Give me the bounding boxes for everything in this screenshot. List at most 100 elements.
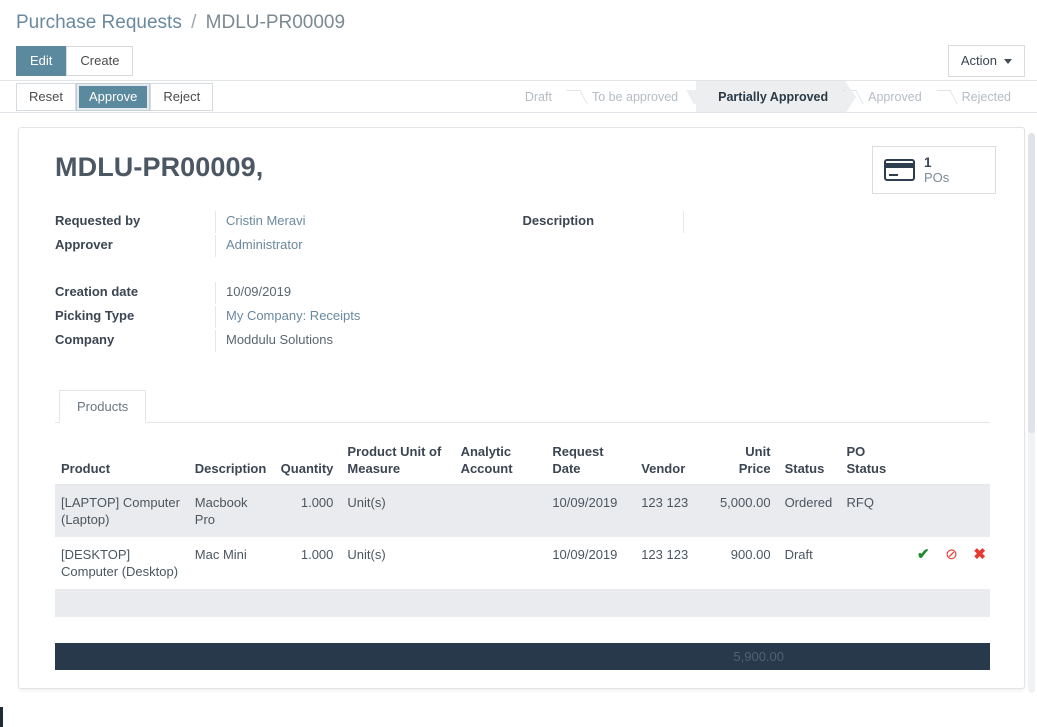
header-actions [898,439,990,485]
field-label: Requested by [55,213,141,228]
header-product: Product [55,439,189,485]
table-spacer-row [55,617,990,643]
cell-unit-price: 900.00 [730,547,771,562]
cell-actions: ✔ ⊘ ✖ [899,537,990,589]
tab-products[interactable]: Products [59,390,147,423]
tab-label: Products [77,399,129,414]
control-panel-buttons: Edit Create Action [0,42,1037,80]
totals-bar: 5,900.00 [55,643,990,670]
cell-request-date: 10/09/2019 [546,484,636,537]
cell-unit-price: 5,000.00 [708,484,779,537]
cell-uom: Unit(s) [347,547,386,562]
page-title: MDLU-PR00009, [55,152,264,182]
approve-line-icon[interactable]: ✔ [917,547,930,562]
status-step-label: Approved [868,89,922,104]
pos-count: 1 [924,155,932,170]
form-fields: Requested by Cristin Meravi Approver Adm… [55,211,990,354]
status-step-rejected[interactable]: Rejected [940,81,1029,112]
field-creation-date: Creation date 10/09/2019 [55,282,523,306]
record-sheet: 1 POs MDLU-PR00009, Requested by Cristin… [18,127,1025,689]
status-step-partially-approved[interactable]: Partially Approved [696,81,857,114]
field-approver: Approver Administrator [55,235,523,259]
status-step-label: Rejected [961,89,1011,104]
add-line-cell [55,589,990,617]
record-buttons-group: Edit Create [16,46,134,76]
cell-vendor: 123 123 [635,484,709,537]
add-line-row[interactable] [55,589,990,617]
field-value-requested-by[interactable]: Cristin Meravi [215,211,523,233]
reject-button[interactable]: Reject [150,82,214,111]
vertical-scrollbar[interactable] [1028,133,1035,693]
field-label: Picking Type [55,308,135,323]
status-step-draft[interactable]: Draft [503,81,570,112]
stat-button-box: 1 POs [872,146,996,195]
scrollbar-thumb[interactable] [1028,133,1035,433]
cell-vendor: 123 123 [641,547,689,562]
cell-status: Draft [784,547,813,562]
cell-po-status: RFQ [840,484,899,537]
table-body: [LAPTOP] Computer (Laptop) Macbook Pro 1… [55,484,990,643]
table-row[interactable]: [DESKTOP] Computer (Desktop) Mac Mini 1.… [55,537,990,589]
approve-button[interactable]: Approve [75,82,151,111]
total-amount: 5,900.00 [733,649,784,664]
field-label: Creation date [55,284,139,299]
cell-analytic-account [455,537,547,589]
field-description: Description [523,211,991,235]
edit-button[interactable]: Edit [16,46,67,76]
header-product-uom: Product Unit of Measure [341,439,455,485]
status-step-to-be-approved[interactable]: To be approved [570,81,696,112]
field-picking-type: Picking Type My Company: Receipts [55,306,523,330]
cell-product: [DESKTOP] Computer (Desktop) [61,547,179,579]
cell-analytic-account [454,484,547,537]
status-step-approved[interactable]: Approved [846,81,940,112]
pos-stat-text: 1 POs [924,155,949,185]
cell-quantity: 1.000 [300,547,334,562]
field-value-picking-type[interactable]: My Company: Receipts [215,306,523,328]
purchase-request-form-page: Purchase Requests / MDLU-PR00009 Edit Cr… [0,0,1037,727]
action-dropdown-button[interactable]: Action [947,45,1025,77]
field-label: Company [55,332,115,347]
header-quantity: Quantity [274,439,342,485]
pos-label: POs [924,169,950,185]
status-step-label: Partially Approved [718,89,829,104]
reset-button[interactable]: Reset [16,82,76,111]
cell-request-date: 10/09/2019 [552,547,618,562]
table-row[interactable]: [LAPTOP] Computer (Laptop) Macbook Pro 1… [55,484,990,537]
table-head: Product Description Quantity Product Uni… [55,439,990,485]
form-column-right: Description [523,211,991,354]
delete-line-icon[interactable]: ✖ [973,547,986,562]
field-value-approver[interactable]: Administrator [215,235,523,257]
status-pipeline: Draft To be approved Partially Approved … [503,81,1037,114]
cell-uom: Unit(s) [341,484,455,537]
action-dropdown-label: Action [960,53,997,68]
field-company: Company Moddulu Solutions [55,330,523,354]
status-step-label: To be approved [591,89,679,104]
reject-line-icon[interactable]: ⊘ [945,547,958,562]
cell-actions [898,484,990,537]
field-value-creation-date: 10/09/2019 [215,282,523,304]
breadcrumb-root-link[interactable]: Purchase Requests [16,12,182,33]
field-group-gap [55,259,523,282]
sheet-container: 1 POs MDLU-PR00009, Requested by Cristin… [0,113,1037,707]
header-unit-price: Unit Price [708,439,779,485]
cell-po-status [840,537,898,589]
control-panel: Purchase Requests / MDLU-PR00009 Edit Cr… [0,0,1037,80]
breadcrumb-separator: / [191,12,197,33]
field-label: Description [522,213,595,228]
breadcrumb: Purchase Requests / MDLU-PR00009 [0,6,1037,42]
header-request-date: Request Date [546,439,636,485]
pos-stat-button[interactable]: 1 POs [872,146,996,195]
header-po-status: PO Status [840,439,899,485]
notebook: Products Product Description Quantity Pr… [55,390,990,670]
cell-description: Macbook Pro [188,484,275,537]
header-status: Status [778,439,841,485]
status-step-label: Draft [524,89,552,104]
cell-description: Mac Mini [194,547,247,562]
create-button[interactable]: Create [66,46,134,76]
form-column-left: Requested by Cristin Meravi Approver Adm… [55,211,523,354]
table-spacer-cell [55,617,990,643]
statusbar-row: Reset Approve Reject Draft To be approve… [0,80,1037,114]
table-header-row: Product Description Quantity Product Uni… [55,439,990,485]
field-value-description[interactable] [682,211,991,233]
notebook-tabs: Products [55,390,990,423]
